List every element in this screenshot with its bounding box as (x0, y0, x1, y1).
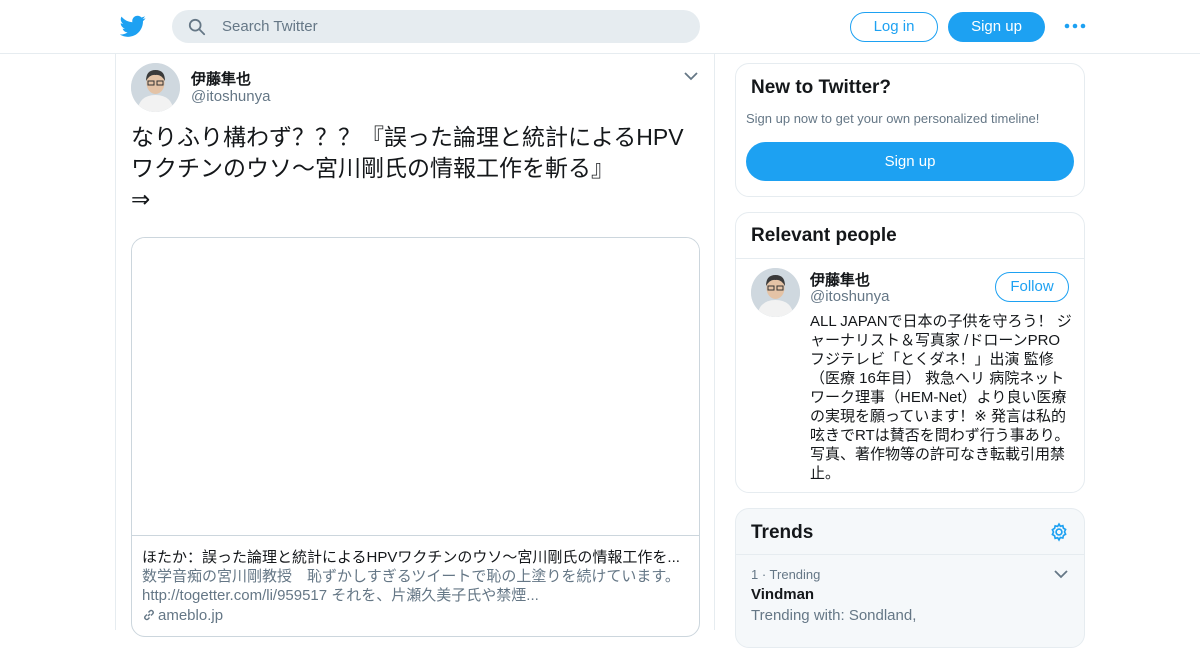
module-title: Relevant people (751, 225, 897, 246)
tweet-text-line: ⇒ (131, 186, 151, 212)
person-name[interactable]: 伊藤隼也 (810, 269, 870, 290)
signup-large-button[interactable]: Sign up (746, 142, 1074, 181)
card-description: 数学音痴の宮川剛教授 恥ずかしすぎるツイートで恥の上塗りを続けています。 htt… (142, 567, 692, 605)
card-domain: ameblo.jp (142, 607, 223, 624)
tweet-text: なりふり構わず？？？『誤った論理と統計によるHPV ワクチンのウソ～宮川剛氏の情… (131, 122, 706, 215)
search-placeholder: Search Twitter (222, 18, 318, 35)
divider (736, 258, 1084, 259)
tweet-text-line: なりふり構わず？？？『誤った論理と統計によるHPV (131, 124, 684, 150)
module-subtitle: Sign up now to get your own personalized… (746, 111, 1040, 126)
top-navigation-bar: Search Twitter Log in Sign up (0, 0, 1200, 54)
new-to-twitter-module: New to Twitter? Sign up now to get your … (735, 63, 1085, 197)
card-title: ほたか：誤った論理と統計によるHPVワクチンのウソ～宮川剛氏の情報工作を... (142, 549, 680, 566)
card-media-area (132, 238, 699, 536)
card-description-line: http://togetter.com/li/959517 それを、片瀬久美子氏… (142, 587, 539, 604)
card-description-line: 数学音痴の宮川剛教授 恥ずかしすぎるツイートで恥の上塗りを続けています。 (142, 568, 680, 585)
person-avatar[interactable] (751, 268, 800, 317)
signup-button[interactable]: Sign up (948, 12, 1045, 42)
chevron-down-icon[interactable] (1054, 569, 1068, 579)
gear-icon[interactable] (1049, 522, 1069, 542)
author-handle[interactable]: @itoshunya (191, 88, 270, 105)
more-options-icon[interactable] (1064, 20, 1086, 32)
link-card[interactable]: ほたか：誤った論理と統計によるHPVワクチンのウソ～宮川剛氏の情報工作を... … (131, 237, 700, 637)
trend-meta: 1 · Trending (751, 567, 821, 582)
avatar-photo-icon (131, 63, 180, 112)
trends-module: Trends 1 · Trending Vindman Trending wit… (735, 508, 1085, 648)
tweet-text-line: ワクチンのウソ～宮川剛氏の情報工作を斬る』 (131, 155, 614, 181)
trend-name[interactable]: Vindman (751, 586, 814, 603)
tweet-column: 伊藤隼也 @itoshunya なりふり構わず？？？『誤った論理と統計によるHP… (115, 54, 715, 637)
card-domain-text: ameblo.jp (158, 607, 224, 624)
search-icon (188, 18, 206, 36)
chevron-down-icon[interactable] (683, 70, 699, 82)
person-handle[interactable]: @itoshunya (810, 288, 889, 305)
person-bio: ALL JAPANで日本の子供を守ろう！ ジャーナリスト＆写真家 /ドローンPR… (810, 313, 1072, 482)
follow-button[interactable]: Follow (995, 272, 1069, 302)
module-title: Trends (751, 522, 814, 543)
link-icon (144, 609, 154, 621)
author-avatar[interactable] (131, 63, 180, 112)
twitter-logo-icon[interactable] (120, 13, 146, 39)
login-button[interactable]: Log in (850, 12, 938, 42)
search-input[interactable]: Search Twitter (172, 10, 700, 43)
relevant-people-module: Relevant people 伊藤隼也 @itoshunya Follow A… (735, 212, 1085, 493)
trend-related: Trending with: Sondland, (751, 607, 917, 624)
author-name[interactable]: 伊藤隼也 (191, 68, 251, 89)
module-title: New to Twitter? (751, 77, 892, 98)
divider (736, 554, 1084, 555)
avatar-photo-icon (751, 268, 800, 317)
